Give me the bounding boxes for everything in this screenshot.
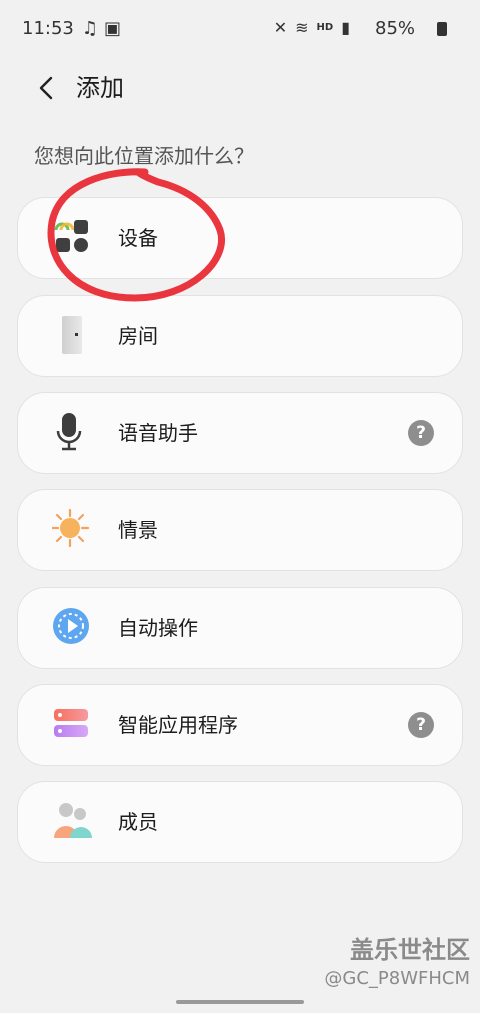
smartapp-icon <box>52 703 96 747</box>
add-room-item[interactable]: 房间 <box>17 295 463 377</box>
add-voice-assistant-item[interactable]: 语音助手 ? <box>17 392 463 474</box>
watermark-main: 盖乐世社区 <box>350 936 470 964</box>
automation-play-icon <box>52 606 96 650</box>
image-icon: ▣ <box>104 18 122 39</box>
header: 添加 <box>0 60 480 116</box>
add-smartapp-item[interactable]: 智能应用程序 ? <box>17 684 463 766</box>
status-right: ✕ ≋ HD ▮ <box>266 18 350 37</box>
item-label: 智能应用程序 <box>118 713 238 737</box>
help-icon[interactable]: ? <box>408 420 434 446</box>
battery-icon <box>437 22 447 36</box>
status-time: 11:53 <box>22 18 74 39</box>
item-label: 设备 <box>118 226 158 250</box>
back-arrow-icon <box>39 76 53 100</box>
item-label: 房间 <box>118 324 158 348</box>
add-member-item[interactable]: 成员 <box>17 781 463 863</box>
battery-percent: 85% <box>375 18 416 39</box>
door-icon <box>52 314 96 358</box>
4g-signal-icon: ▮ <box>341 18 350 37</box>
status-left: 11:53 ♫ ▣ <box>22 18 127 39</box>
wifi-icon: ≋ <box>295 18 309 37</box>
members-icon <box>52 800 96 844</box>
microphone-icon <box>52 411 96 455</box>
page-title: 添加 <box>76 74 124 102</box>
watermark-sub: @GC_P8WFHCM <box>324 968 470 989</box>
help-icon[interactable]: ? <box>408 712 434 738</box>
item-label: 情景 <box>118 518 158 542</box>
mute-icon: ✕ <box>273 18 288 37</box>
sun-icon <box>50 508 96 552</box>
device-icon <box>52 216 96 260</box>
item-label: 自动操作 <box>118 616 198 640</box>
home-indicator[interactable] <box>176 1000 304 1004</box>
hd-icon: HD <box>316 22 334 33</box>
prompt-text: 您想向此位置添加什么？ <box>34 144 254 168</box>
listen-icon: ♫ <box>81 18 99 39</box>
back-button[interactable] <box>28 70 64 106</box>
add-automation-item[interactable]: 自动操作 <box>17 587 463 669</box>
status-bar: 11:53 ♫ ▣ ✕ ≋ HD ▮ 85% <box>0 0 480 60</box>
add-device-item[interactable]: 设备 <box>17 197 463 279</box>
add-scene-item[interactable]: 情景 <box>17 489 463 571</box>
item-label: 语音助手 <box>118 421 198 445</box>
item-label: 成员 <box>118 810 158 834</box>
